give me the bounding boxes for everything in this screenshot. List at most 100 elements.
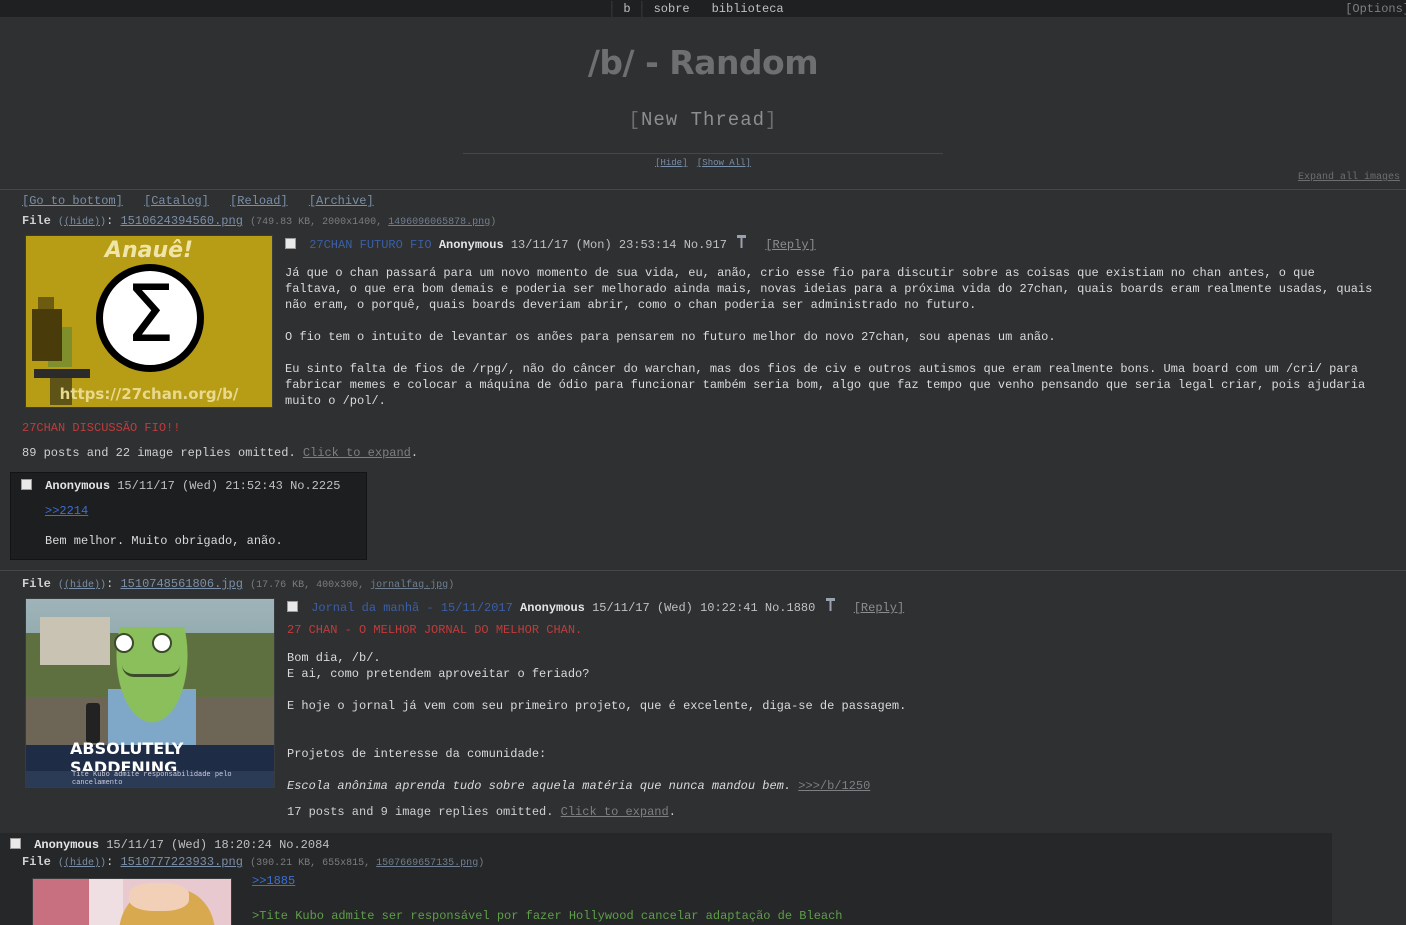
header-divider bbox=[463, 153, 943, 154]
click-to-expand-link[interactable]: Click to expand bbox=[303, 446, 411, 460]
hide-show-controls: [Hide] [Show All] bbox=[0, 158, 1406, 168]
board-nav-links: [Go to bottom] [Catalog] [Reload] [Archi… bbox=[0, 189, 1406, 208]
post-number[interactable]: No.917 bbox=[684, 238, 727, 252]
pin-icon bbox=[737, 235, 753, 252]
file-label: File bbox=[22, 577, 51, 591]
pin-icon-svg bbox=[825, 598, 835, 611]
omitted-posts-line: 89 posts and 22 image replies omitted. C… bbox=[0, 446, 1406, 460]
post-select-checkbox[interactable] bbox=[10, 838, 21, 849]
options-button[interactable]: [Options] bbox=[1345, 2, 1406, 16]
reply-button[interactable]: [Reply] bbox=[765, 238, 815, 252]
post-number[interactable]: No.2084 bbox=[279, 838, 329, 852]
thread-1880: File ((hide)): 1510748561806.jpg (17.76 … bbox=[0, 571, 1406, 925]
post-author-name: Anonymous bbox=[34, 838, 100, 852]
thumbnail-top-text: Anauê! bbox=[104, 238, 194, 263]
reply-post-body: >>2214 Bem melhor. Muito obrigado, anão. bbox=[21, 503, 340, 549]
post-subject: 27CHAN FUTURO FIO bbox=[309, 238, 432, 252]
file-info-line: File ((hide)): 1510624394560.png (749.83… bbox=[0, 214, 1406, 228]
reply-post-header: Anonymous 15/11/17 (Wed) 21:52:43 No.222… bbox=[21, 479, 340, 493]
file-size: 17.76 KB bbox=[256, 580, 305, 591]
file-hide-label[interactable]: (hide) bbox=[64, 858, 100, 869]
post-red-subtitle: 27 CHAN - O MELHOR JORNAL DO MELHOR CHAN… bbox=[287, 623, 583, 637]
file-hide-toggle[interactable]: ((hide)) bbox=[58, 580, 106, 591]
greentext-quote: >Tite Kubo admite ser responsável por fa… bbox=[252, 909, 843, 923]
reply-text: Bem melhor. Muito obrigado, anão. bbox=[45, 534, 283, 548]
post-content-1880: Jornal da manhã - 15/11/2017 Anonymous 1… bbox=[275, 591, 1406, 819]
post-datetime: 15/11/17 (Wed) 18:20:24 bbox=[106, 838, 272, 852]
file-name-link[interactable]: 1510624394560.png bbox=[120, 214, 242, 228]
post-number[interactable]: No.1880 bbox=[765, 601, 815, 615]
reply-post-content: >>1885 >Tite Kubo admite ser responsável… bbox=[232, 871, 1332, 925]
post-author-name: Anonymous bbox=[438, 238, 504, 252]
post-datetime: 15/11/17 (Wed) 10:22:41 bbox=[592, 601, 758, 615]
hide-button[interactable]: [Hide] bbox=[655, 158, 687, 168]
nav-board-b[interactable]: b bbox=[611, 0, 643, 17]
file-original-name[interactable]: 1507669657135.png bbox=[376, 858, 478, 869]
post-projects-heading: Projetos de interesse da comunidade: bbox=[287, 747, 547, 761]
post-number[interactable]: No.2225 bbox=[290, 479, 340, 493]
post-select-checkbox[interactable] bbox=[21, 479, 32, 490]
file-original-name[interactable]: jornalfag.jpg bbox=[370, 580, 448, 591]
highlighted-reply-post-2084: Anonymous 15/11/17 (Wed) 18:20:24 No.208… bbox=[0, 833, 1332, 925]
quote-link[interactable]: >>2214 bbox=[45, 504, 88, 518]
post-body: Já que o chan passará para um novo momen… bbox=[285, 265, 1375, 409]
new-thread-button[interactable]: [New Thread] bbox=[0, 109, 1406, 131]
highlighted-reply-post-2225: Anonymous 15/11/17 (Wed) 21:52:43 No.222… bbox=[10, 472, 368, 560]
link-archive[interactable]: [Archive] bbox=[309, 194, 374, 208]
omitted-period: . bbox=[668, 805, 676, 819]
file-colon: : bbox=[106, 214, 114, 228]
quote-link[interactable]: >>1885 bbox=[252, 874, 295, 888]
post-select-checkbox[interactable] bbox=[285, 238, 296, 249]
link-go-to-bottom[interactable]: [Go to bottom] bbox=[22, 194, 123, 208]
file-hide-label[interactable]: (hide) bbox=[64, 580, 100, 591]
reply-thumbnail-image[interactable] bbox=[32, 878, 232, 925]
file-label: File bbox=[22, 214, 51, 228]
post-author-name: Anonymous bbox=[520, 601, 585, 615]
top-navigation-bar: b sobre biblioteca [Options] bbox=[0, 0, 1406, 17]
board-links: b sobre biblioteca bbox=[611, 0, 795, 17]
reply-post-header: Anonymous 15/11/17 (Wed) 18:20:24 No.208… bbox=[10, 838, 1332, 852]
post-header: 27CHAN FUTURO FIO Anonymous 13/11/17 (Mo… bbox=[285, 235, 1406, 252]
show-all-button[interactable]: [Show All] bbox=[697, 158, 751, 168]
file-dimensions: 655x815 bbox=[322, 858, 365, 869]
omitted-period: . bbox=[410, 446, 419, 460]
expand-all-images-link[interactable]: Expand all images bbox=[1298, 172, 1400, 183]
file-dimensions: 2000x1400 bbox=[322, 217, 377, 228]
thread-thumbnail-image[interactable]: Anauê! Σ https://27chan.org/b/ bbox=[25, 235, 273, 408]
frog-eye-left-icon bbox=[114, 633, 134, 653]
reply-button[interactable]: [Reply] bbox=[854, 601, 904, 615]
post-select-checkbox[interactable] bbox=[287, 601, 298, 612]
board-cross-link[interactable]: >>>/b/1250 bbox=[798, 779, 870, 793]
thread-red-note: 27CHAN DISCUSSÃO FIO!! bbox=[22, 421, 181, 435]
file-name-link[interactable]: 1510777223933.png bbox=[120, 855, 242, 869]
click-to-expand-link[interactable]: Click to expand bbox=[561, 805, 669, 819]
post-paragraph: Eu sinto falta de fios de /rpg/, não do … bbox=[285, 362, 1366, 408]
board-header: /b/ - Random [New Thread] bbox=[0, 17, 1406, 131]
post-question-line: E ai, como pretendem aproveitar o feriad… bbox=[287, 667, 590, 681]
file-hide-label[interactable]: (hide) bbox=[64, 217, 100, 228]
thumbnail-character-hand bbox=[129, 883, 189, 911]
file-hide-toggle[interactable]: ((hide)) bbox=[58, 858, 106, 869]
post-paragraph: Já que o chan passará para um novo momen… bbox=[285, 266, 1373, 312]
reply-file-info-line: File ((hide)): 1510777223933.png (390.21… bbox=[10, 855, 1332, 869]
thread-thumbnail-image[interactable]: 9 NEWS ABSOLUTELY SADDENING Tite Kubo ad… bbox=[25, 598, 275, 788]
file-hide-toggle[interactable]: ((hide)) bbox=[58, 217, 106, 228]
post-project-item: Escola anônima aprenda tudo sobre aquela… bbox=[287, 778, 1377, 794]
nav-board-sobre[interactable]: sobre bbox=[643, 1, 701, 17]
page-title: /b/ - Random bbox=[587, 43, 819, 82]
file-name-link[interactable]: 1510748561806.jpg bbox=[120, 577, 242, 591]
frog-eye-right-icon bbox=[152, 633, 172, 653]
file-info-line: File ((hide)): 1510748561806.jpg (17.76 … bbox=[0, 577, 1406, 591]
file-size: 749.83 KB bbox=[256, 217, 311, 228]
post-body: Bom dia, /b/. E ai, como pretendem aprov… bbox=[287, 650, 1377, 794]
file-original-name[interactable]: 1496096065878.png bbox=[388, 217, 490, 228]
expand-all-images-row: Expand all images bbox=[0, 172, 1406, 183]
pin-icon bbox=[825, 598, 842, 615]
link-catalog[interactable]: [Catalog] bbox=[144, 194, 209, 208]
post-greeting-line: Bom dia, /b/. bbox=[287, 651, 381, 665]
news-banner-text: ABSOLUTELY SADDENING bbox=[26, 739, 274, 777]
thumbnail-url-text: https://27chan.org/b/ bbox=[59, 385, 239, 403]
nav-board-biblioteca[interactable]: biblioteca bbox=[701, 1, 795, 17]
link-reload[interactable]: [Reload] bbox=[230, 194, 288, 208]
bracket-open: [ bbox=[628, 109, 641, 131]
